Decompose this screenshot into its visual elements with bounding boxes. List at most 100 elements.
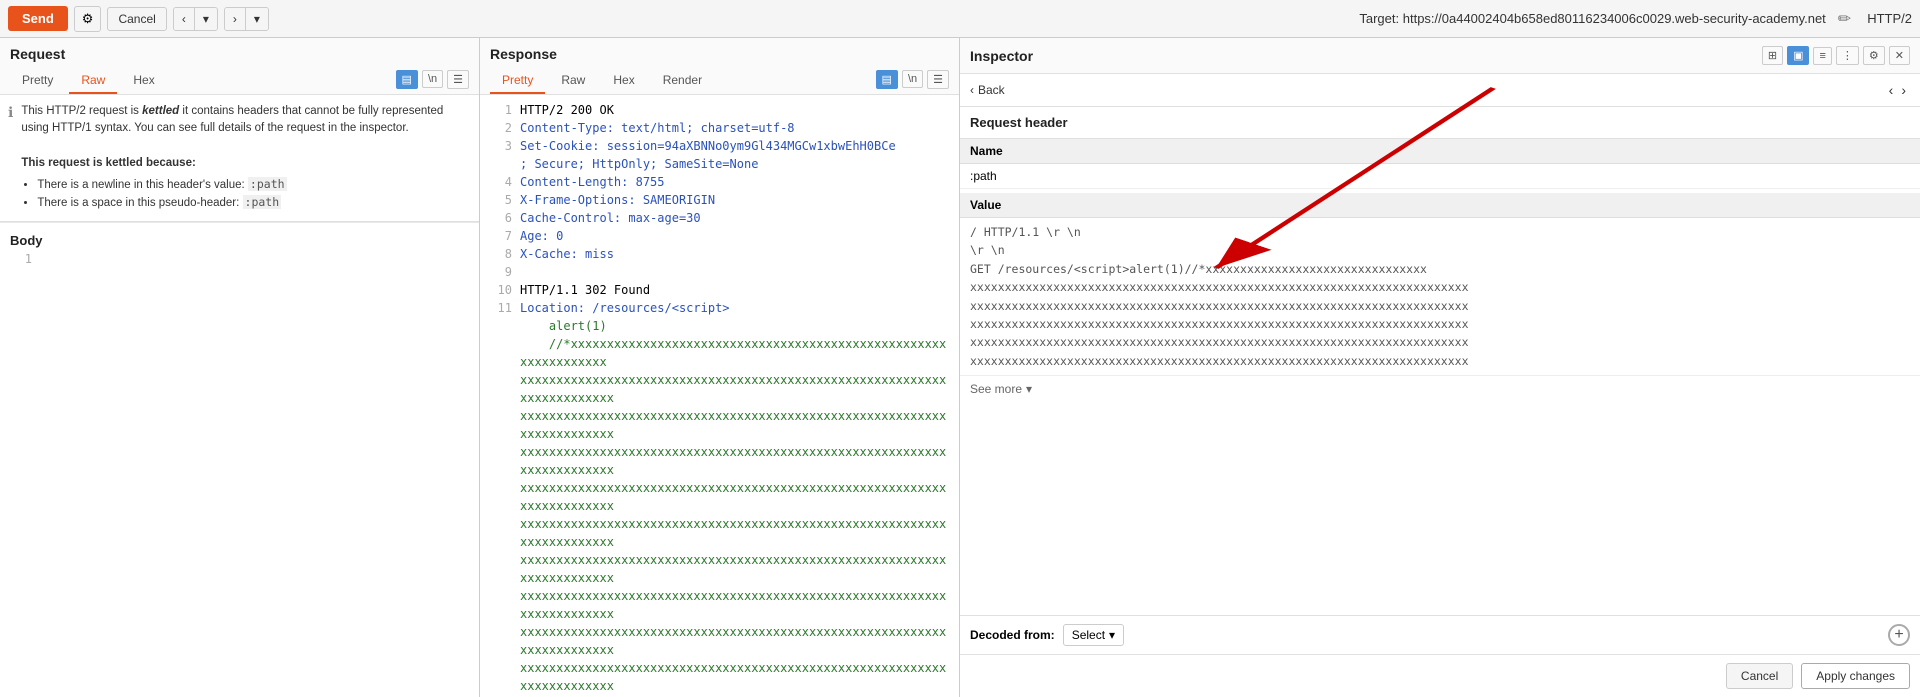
main-layout: Request Pretty Raw Hex ▤ \n ☰ ℹ This HTT… — [0, 38, 1920, 697]
inspector-icon-settings[interactable]: ⚙ — [1863, 46, 1885, 65]
inspector-value-table: Value / HTTP/1.1 \r \n \r \n GET /resour… — [960, 193, 1920, 376]
see-more-chevron-icon: ▾ — [1026, 382, 1032, 396]
response-line: 4Content-Length: 8755 — [490, 173, 949, 191]
response-panel: Response Pretty Raw Hex Render ▤ \n ☰ 1H… — [480, 38, 960, 697]
value-line1: / HTTP/1.1 \r \n \r \n GET /resources/<s… — [970, 223, 1910, 370]
nav-next-group: › ▾ — [224, 7, 269, 31]
response-line: 6Cache-Control: max-age=30 — [490, 209, 949, 227]
select-chevron-icon: ▾ — [1109, 628, 1115, 642]
nav-next-button[interactable]: › — [225, 8, 246, 30]
request-panel-header: Request Pretty Raw Hex ▤ \n ☰ — [0, 38, 479, 95]
inspector-next-arrow[interactable]: › — [1897, 80, 1910, 100]
inspector-table: Name :path — [960, 139, 1920, 189]
decoded-select-dropdown[interactable]: Select ▾ — [1063, 624, 1124, 646]
apply-changes-button[interactable]: Apply changes — [1801, 663, 1910, 689]
response-line: xxxxxxxxxxxxxxxxxxxxxxxxxxxxxxxxxxxxxxxx… — [490, 407, 949, 443]
decoded-row: Decoded from: Select ▾ + — [960, 615, 1920, 654]
nav-prev-down-button[interactable]: ▾ — [195, 8, 217, 30]
response-line: xxxxxxxxxxxxxxxxxxxxxxxxxxxxxxxxxxxxxxxx… — [490, 623, 949, 659]
nav-prev-group: ‹ ▾ — [173, 7, 218, 31]
inspector-prev-arrow[interactable]: ‹ — [1885, 80, 1898, 100]
edit-icon[interactable]: ✏ — [1838, 9, 1851, 29]
tab-response-pretty[interactable]: Pretty — [490, 68, 545, 94]
inspector-cancel-button[interactable]: Cancel — [1726, 663, 1793, 689]
response-line: 5X-Frame-Options: SAMEORIGIN — [490, 191, 949, 209]
response-line: xxxxxxxxxxxxxxxxxxxxxxxxxxxxxxxxxxxxxxxx… — [490, 551, 949, 587]
request-icon-doc[interactable]: ▤ — [396, 70, 418, 89]
back-button[interactable]: ‹ Back — [970, 83, 1005, 97]
response-line: xxxxxxxxxxxxxxxxxxxxxxxxxxxxxxxxxxxxxxxx… — [490, 371, 949, 407]
value-col-header: Value — [960, 193, 1920, 218]
request-icon-wrap[interactable]: \n — [422, 70, 443, 88]
response-content: 1HTTP/2 200 OK2Content-Type: text/html; … — [480, 95, 959, 697]
tab-response-hex[interactable]: Hex — [601, 68, 646, 94]
header-value-row: / HTTP/1.1 \r \n \r \n GET /resources/<s… — [960, 218, 1920, 376]
body-content: 1 — [10, 252, 469, 312]
header-name-value: :path — [960, 164, 1920, 189]
response-line: xxxxxxxxxxxxxxxxxxxxxxxxxxxxxxxxxxxxxxxx… — [490, 443, 949, 479]
response-line: 10HTTP/1.1 302 Found — [490, 281, 949, 299]
header-value-cell: / HTTP/1.1 \r \n \r \n GET /resources/<s… — [960, 218, 1920, 376]
inspector-content: Name :path Value — [960, 139, 1920, 615]
response-line: 8X-Cache: miss — [490, 245, 949, 263]
inspector-icon-list[interactable]: ≡ — [1813, 47, 1831, 65]
inspector-icons: ⊞ ▣ ≡ ⋮ ⚙ ✕ — [1762, 46, 1910, 65]
response-line: xxxxxxxxxxxxxxxxxxxxxxxxxxxxxxxxxxxxxxxx… — [490, 515, 949, 551]
tab-request-hex[interactable]: Hex — [121, 68, 166, 94]
inspector-panel: Inspector ⊞ ▣ ≡ ⋮ ⚙ ✕ ‹ Back ‹ › Request… — [960, 38, 1920, 697]
toolbar: Send ⚙ Cancel ‹ ▾ › ▾ Target: https://0a… — [0, 0, 1920, 38]
request-icon-menu[interactable]: ☰ — [447, 70, 469, 89]
body-label: Body — [10, 227, 469, 252]
name-col-header: Name — [960, 139, 1920, 164]
decoded-from-label: Decoded from: — [970, 628, 1055, 642]
response-line: xxxxxxxxxxxxxxxxxxxxxxxxxxxxxxxxxxxxxxxx… — [490, 587, 949, 623]
inspector-nav-arrows: ‹ › — [1885, 80, 1910, 100]
body-line-1: 1 — [10, 252, 469, 266]
warning-text: This HTTP/2 request is kettled it contai… — [21, 103, 471, 213]
response-panel-header: Response Pretty Raw Hex Render ▤ \n ☰ — [480, 38, 959, 95]
gear-button[interactable]: ⚙ — [74, 6, 102, 32]
nav-prev-button[interactable]: ‹ — [174, 8, 195, 30]
inspector-icon-options[interactable]: ⋮ — [1836, 46, 1859, 65]
inspector-icon-single[interactable]: ▣ — [1787, 46, 1809, 65]
nav-next-down-button[interactable]: ▾ — [246, 8, 268, 30]
response-icon-menu[interactable]: ☰ — [927, 70, 949, 89]
inspector-nav: ‹ Back ‹ › — [960, 74, 1920, 107]
response-line: 1HTTP/2 200 OK — [490, 101, 949, 119]
tab-response-render[interactable]: Render — [651, 68, 714, 94]
tab-response-raw[interactable]: Raw — [549, 68, 597, 94]
response-line: xxxxxxxxxxxxxxxxxxxxxxxxxxxxxxxxxxxxxxxx… — [490, 479, 949, 515]
response-line: 11Location: /resources/<script> — [490, 299, 949, 317]
decoded-add-button[interactable]: + — [1888, 624, 1910, 646]
response-icon-doc[interactable]: ▤ — [876, 70, 898, 89]
cancel-button[interactable]: Cancel — [107, 7, 166, 31]
inspector-icon-close[interactable]: ✕ — [1889, 46, 1910, 65]
inspector-title: Inspector — [970, 48, 1033, 64]
see-more-link[interactable]: See more ▾ — [960, 376, 1920, 402]
request-warning: ℹ This HTTP/2 request is kettled it cont… — [0, 95, 479, 222]
request-panel: Request Pretty Raw Hex ▤ \n ☰ ℹ This HTT… — [0, 38, 480, 697]
tab-request-pretty[interactable]: Pretty — [10, 68, 65, 94]
request-panel-title: Request — [10, 46, 469, 68]
target-info: Target: https://0a44002404b658ed80116234… — [1359, 11, 1825, 26]
back-label: Back — [978, 83, 1005, 97]
inspector-actions: Cancel Apply changes — [960, 654, 1920, 697]
target-prefix: Target: — [1359, 11, 1399, 26]
response-line: //*xxxxxxxxxxxxxxxxxxxxxxxxxxxxxxxxxxxxx… — [490, 335, 949, 371]
tab-request-raw[interactable]: Raw — [69, 68, 117, 94]
response-tab-icons: ▤ \n ☰ — [876, 70, 949, 93]
response-line: ; Secure; HttpOnly; SameSite=None — [490, 155, 949, 173]
inspector-icon-split[interactable]: ⊞ — [1762, 46, 1783, 65]
response-line: 7Age: 0 — [490, 227, 949, 245]
send-button[interactable]: Send — [8, 6, 68, 31]
response-line: 9 — [490, 263, 949, 281]
response-line: 2Content-Type: text/html; charset=utf-8 — [490, 119, 949, 137]
request-tab-row: Pretty Raw Hex ▤ \n ☰ — [10, 68, 469, 94]
response-icon-wrap[interactable]: \n — [902, 70, 923, 88]
response-line: xxxxxxxxxxxxxxxxxxxxxxxxxxxxxxxxxxxxxxxx… — [490, 659, 949, 695]
inspector-section-label: Request header — [960, 107, 1920, 139]
response-line: alert(1) — [490, 317, 949, 335]
target-url: https://0a44002404b658ed80116234006c0029… — [1403, 11, 1826, 26]
response-line: 3Set-Cookie: session=94aXBNNo0ym9Gl434MG… — [490, 137, 949, 155]
http-version: HTTP/2 — [1867, 11, 1912, 26]
